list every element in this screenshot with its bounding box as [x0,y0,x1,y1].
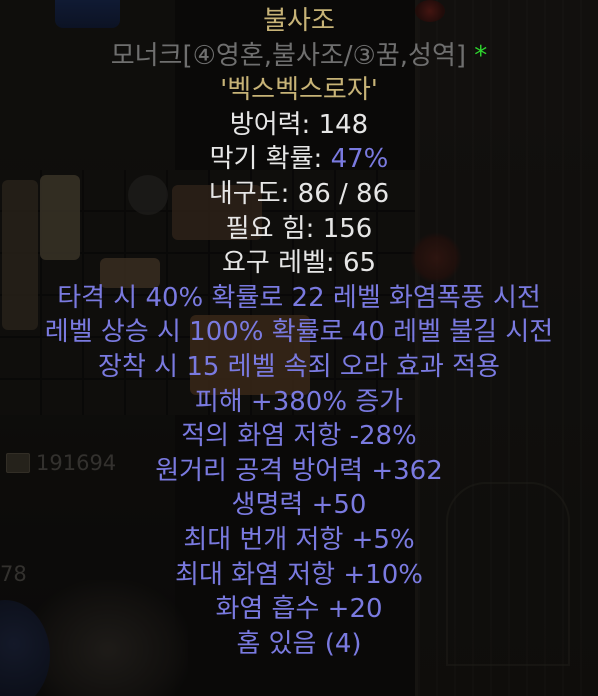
magic-property: 최대 번개 저항 +5% [183,524,415,555]
tooltip-lines: 불사조 모너크[④영혼,불사조/③꿈,성역] * '벡스벡스로자' 방어력: 1… [0,4,598,661]
magic-property: 타격 시 40% 확률로 22 레벨 화염폭풍 시전 [57,282,541,313]
item-base: 모너크[④영혼,불사조/③꿈,성역] [110,40,467,71]
magic-property: 최대 화염 저항 +10% [175,559,423,590]
item-base-line: 모너크[④영혼,불사조/③꿈,성역] * [0,39,598,74]
magic-property: 레벨 상승 시 100% 확률로 40 레벨 불길 시전 [44,317,554,348]
durability: 내구도: 86 / 86 [208,178,390,209]
magic-property: 화염 흡수 +20 [215,594,383,625]
runeword-runes: '벡스벡스로자' [220,75,378,106]
magic-property: 적의 화염 저항 -28% [181,421,417,452]
magic-property: 홈 있음 (4) [236,628,362,659]
item-name: 불사조 [263,6,335,36]
block-label: 막기 확률: [209,144,331,175]
required-level: 요구 레벨: 65 [221,248,377,279]
item-tooltip: 불사조 모너크[④영혼,불사조/③꿈,성역] * '벡스벡스로자' 방어력: 1… [0,0,598,696]
block-line: 막기 확률: 47% [0,142,598,177]
block-value: 47% [330,144,389,175]
magic-property: 장착 시 15 레벨 속죄 오라 효과 적용 [98,351,500,382]
magic-property: 피해 +380% 증가 [194,386,404,417]
defense-value: 148 [318,109,369,140]
defense-label: 방어력: [229,109,319,140]
ethereal-mark: * [474,40,488,71]
magic-property: 생명력 +50 [231,490,367,521]
required-strength: 필요 힘: 156 [225,213,373,244]
defense-line: 방어력: 148 [0,108,598,143]
magic-property: 원거리 공격 방어력 +362 [155,455,443,486]
